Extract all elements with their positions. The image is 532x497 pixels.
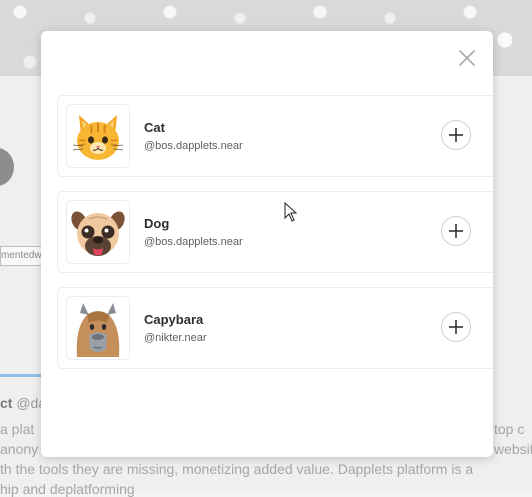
add-dog-button[interactable]: [441, 216, 471, 246]
background-input: mentedw: [0, 246, 44, 266]
plus-icon: [449, 128, 463, 142]
dapplet-picker-modal: Cat @bos.dapplets.near Dog @bos.dapplets…: [41, 31, 493, 457]
plus-icon: [449, 320, 463, 334]
add-cat-button[interactable]: [441, 120, 471, 150]
background-text-line: th the tools they are missing, monetizin…: [0, 461, 474, 477]
background-author-name: ct: [0, 395, 13, 411]
dapplet-name: Cat: [144, 120, 165, 135]
plus-icon: [449, 224, 463, 238]
dapplet-name: Capybara: [144, 312, 204, 327]
pug-face-icon: [66, 200, 130, 264]
background-author: ct @da: [0, 395, 46, 411]
dapplet-author: @bos.dapplets.near: [144, 140, 243, 152]
background-divider: [0, 374, 44, 377]
cat-face-icon: [66, 104, 130, 168]
dapplet-author: @bos.dapplets.near: [144, 236, 243, 248]
close-button[interactable]: [457, 48, 477, 68]
background-text-line: a plat: [0, 421, 35, 437]
list-item-capybara: Capybara @nikter.near: [57, 287, 493, 369]
add-capybara-button[interactable]: [441, 312, 471, 342]
background-text-line: top c: [494, 421, 525, 437]
capybara-icon: [66, 296, 130, 360]
list-item-dog: Dog @bos.dapplets.near: [57, 191, 493, 273]
background-text-line: websit: [494, 441, 532, 457]
mouse-pointer-icon: [284, 202, 298, 222]
dapplet-name: Dog: [144, 216, 170, 231]
dapplet-list: Cat @bos.dapplets.near Dog @bos.dapplets…: [57, 95, 493, 383]
list-item-cat: Cat @bos.dapplets.near: [57, 95, 493, 177]
background-text-line: anony: [0, 441, 39, 457]
background-text-line: hip and deplatforming: [0, 481, 135, 497]
dapplet-author: @nikter.near: [144, 332, 207, 344]
close-icon: [459, 50, 475, 66]
